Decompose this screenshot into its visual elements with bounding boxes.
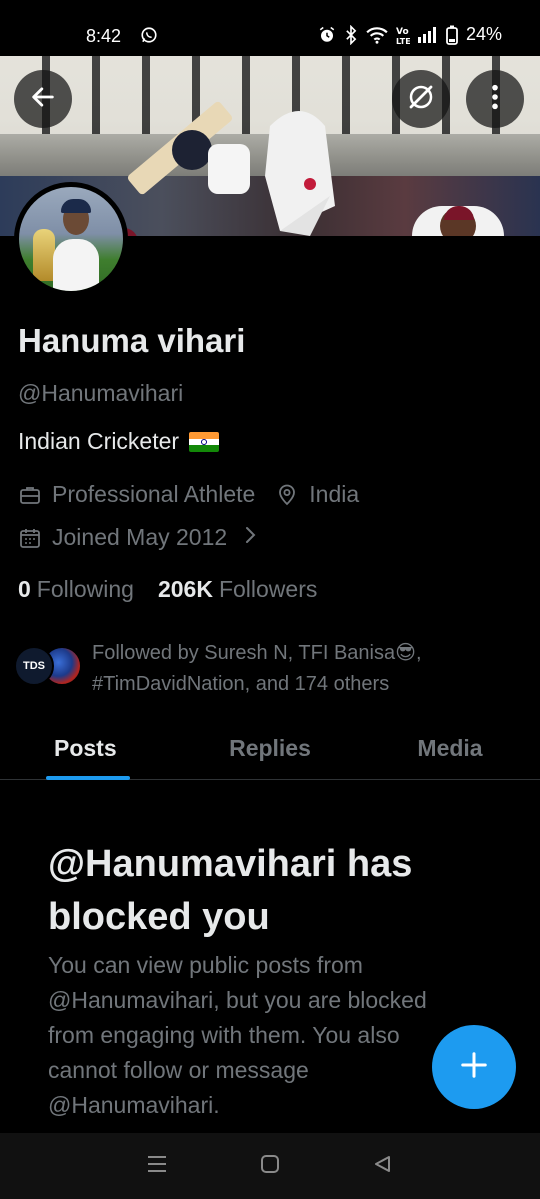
- plus-icon: [459, 1050, 489, 1085]
- alarm-icon: [318, 26, 336, 44]
- tab-label: Media: [417, 734, 483, 761]
- banner-batsman-image: [265, 111, 335, 236]
- follower-avatar: TDS: [14, 646, 54, 686]
- more-options-button[interactable]: [466, 70, 524, 128]
- svg-text:Vo: Vo: [396, 27, 409, 37]
- following-link[interactable]: 0 Following: [18, 576, 134, 603]
- joined-date-row[interactable]: Joined May 2012: [18, 524, 257, 551]
- profile-tabs: Posts Replies Media: [0, 716, 540, 780]
- batsman-gloves: [208, 144, 250, 194]
- battery-icon: [446, 25, 458, 45]
- tab-label: Posts: [54, 734, 117, 761]
- india-flag-icon: [189, 431, 220, 452]
- tab-label: Replies: [229, 734, 311, 761]
- signal-icon: [417, 26, 438, 43]
- briefcase-icon: [18, 483, 42, 507]
- triangle-back-icon: [373, 1154, 393, 1179]
- blocked-body: You can view public posts from @Hanumavi…: [48, 952, 427, 1118]
- compose-post-button[interactable]: [432, 1025, 516, 1109]
- followers-link[interactable]: 206K Followers: [158, 576, 317, 603]
- system-navigation-bar: [0, 1133, 540, 1199]
- profile-category: Professional Athlete: [52, 481, 256, 507]
- tab-replies[interactable]: Replies: [180, 716, 360, 780]
- square-icon: [260, 1154, 280, 1179]
- back-button[interactable]: [14, 70, 72, 128]
- profile-joined: Joined May 2012: [52, 524, 228, 550]
- battery-percentage: 24%: [465, 24, 502, 44]
- active-tab-indicator: [46, 776, 130, 780]
- tab-posts[interactable]: Posts: [0, 716, 180, 780]
- profile-meta-row: Professional Athlete India: [18, 481, 359, 508]
- explore-off-icon: [406, 82, 436, 117]
- recent-apps-button[interactable]: [143, 1152, 171, 1180]
- followers-count: 206K: [157, 576, 213, 602]
- following-count: 0: [18, 576, 31, 602]
- location-pin-icon: [275, 483, 299, 507]
- whatsapp-icon: [140, 26, 158, 44]
- chevron-right-icon: [243, 524, 257, 551]
- followers-label: Followers: [218, 576, 318, 602]
- menu-lines-icon: [146, 1154, 168, 1179]
- trophy-image: [33, 229, 55, 281]
- profile-handle: @Hanumavihari: [18, 380, 184, 406]
- volte-icon: Vo LTE: [396, 25, 410, 45]
- profile-bio: Indian Cricketer: [18, 428, 220, 455]
- cricket-ball: [304, 178, 316, 190]
- followed-by-row[interactable]: TDS Followed by Suresh N, TFI Banisa😎, #…: [14, 638, 526, 700]
- follow-stats: 0 Following 206K Followers: [18, 576, 317, 603]
- status-bar: 8:42 Vo LTE 24%: [0, 0, 540, 56]
- svg-text:LTE: LTE: [396, 37, 410, 45]
- bluetooth-icon: [344, 24, 358, 45]
- back-arrow-icon: [29, 83, 57, 116]
- calendar-icon: [18, 526, 42, 550]
- status-time: 8:42: [86, 26, 122, 46]
- bio-text: Indian Cricketer: [18, 428, 180, 454]
- profile-avatar[interactable]: [14, 182, 128, 296]
- following-label: Following: [36, 576, 134, 602]
- more-vertical-icon: [490, 83, 500, 116]
- blocked-title: @Hanumavihari has blocked you: [48, 843, 413, 938]
- followed-by-text: Followed by Suresh N, TFI Banisa😎, #TimD…: [92, 642, 422, 695]
- batsman-helmet: [172, 130, 212, 170]
- profile-name: Hanuma vihari: [18, 322, 246, 359]
- tab-media[interactable]: Media: [360, 716, 540, 780]
- explore-button[interactable]: [392, 70, 450, 128]
- profile-location: India: [309, 481, 360, 507]
- back-system-button[interactable]: [369, 1152, 397, 1180]
- home-button[interactable]: [256, 1152, 284, 1180]
- wifi-icon: [366, 26, 388, 44]
